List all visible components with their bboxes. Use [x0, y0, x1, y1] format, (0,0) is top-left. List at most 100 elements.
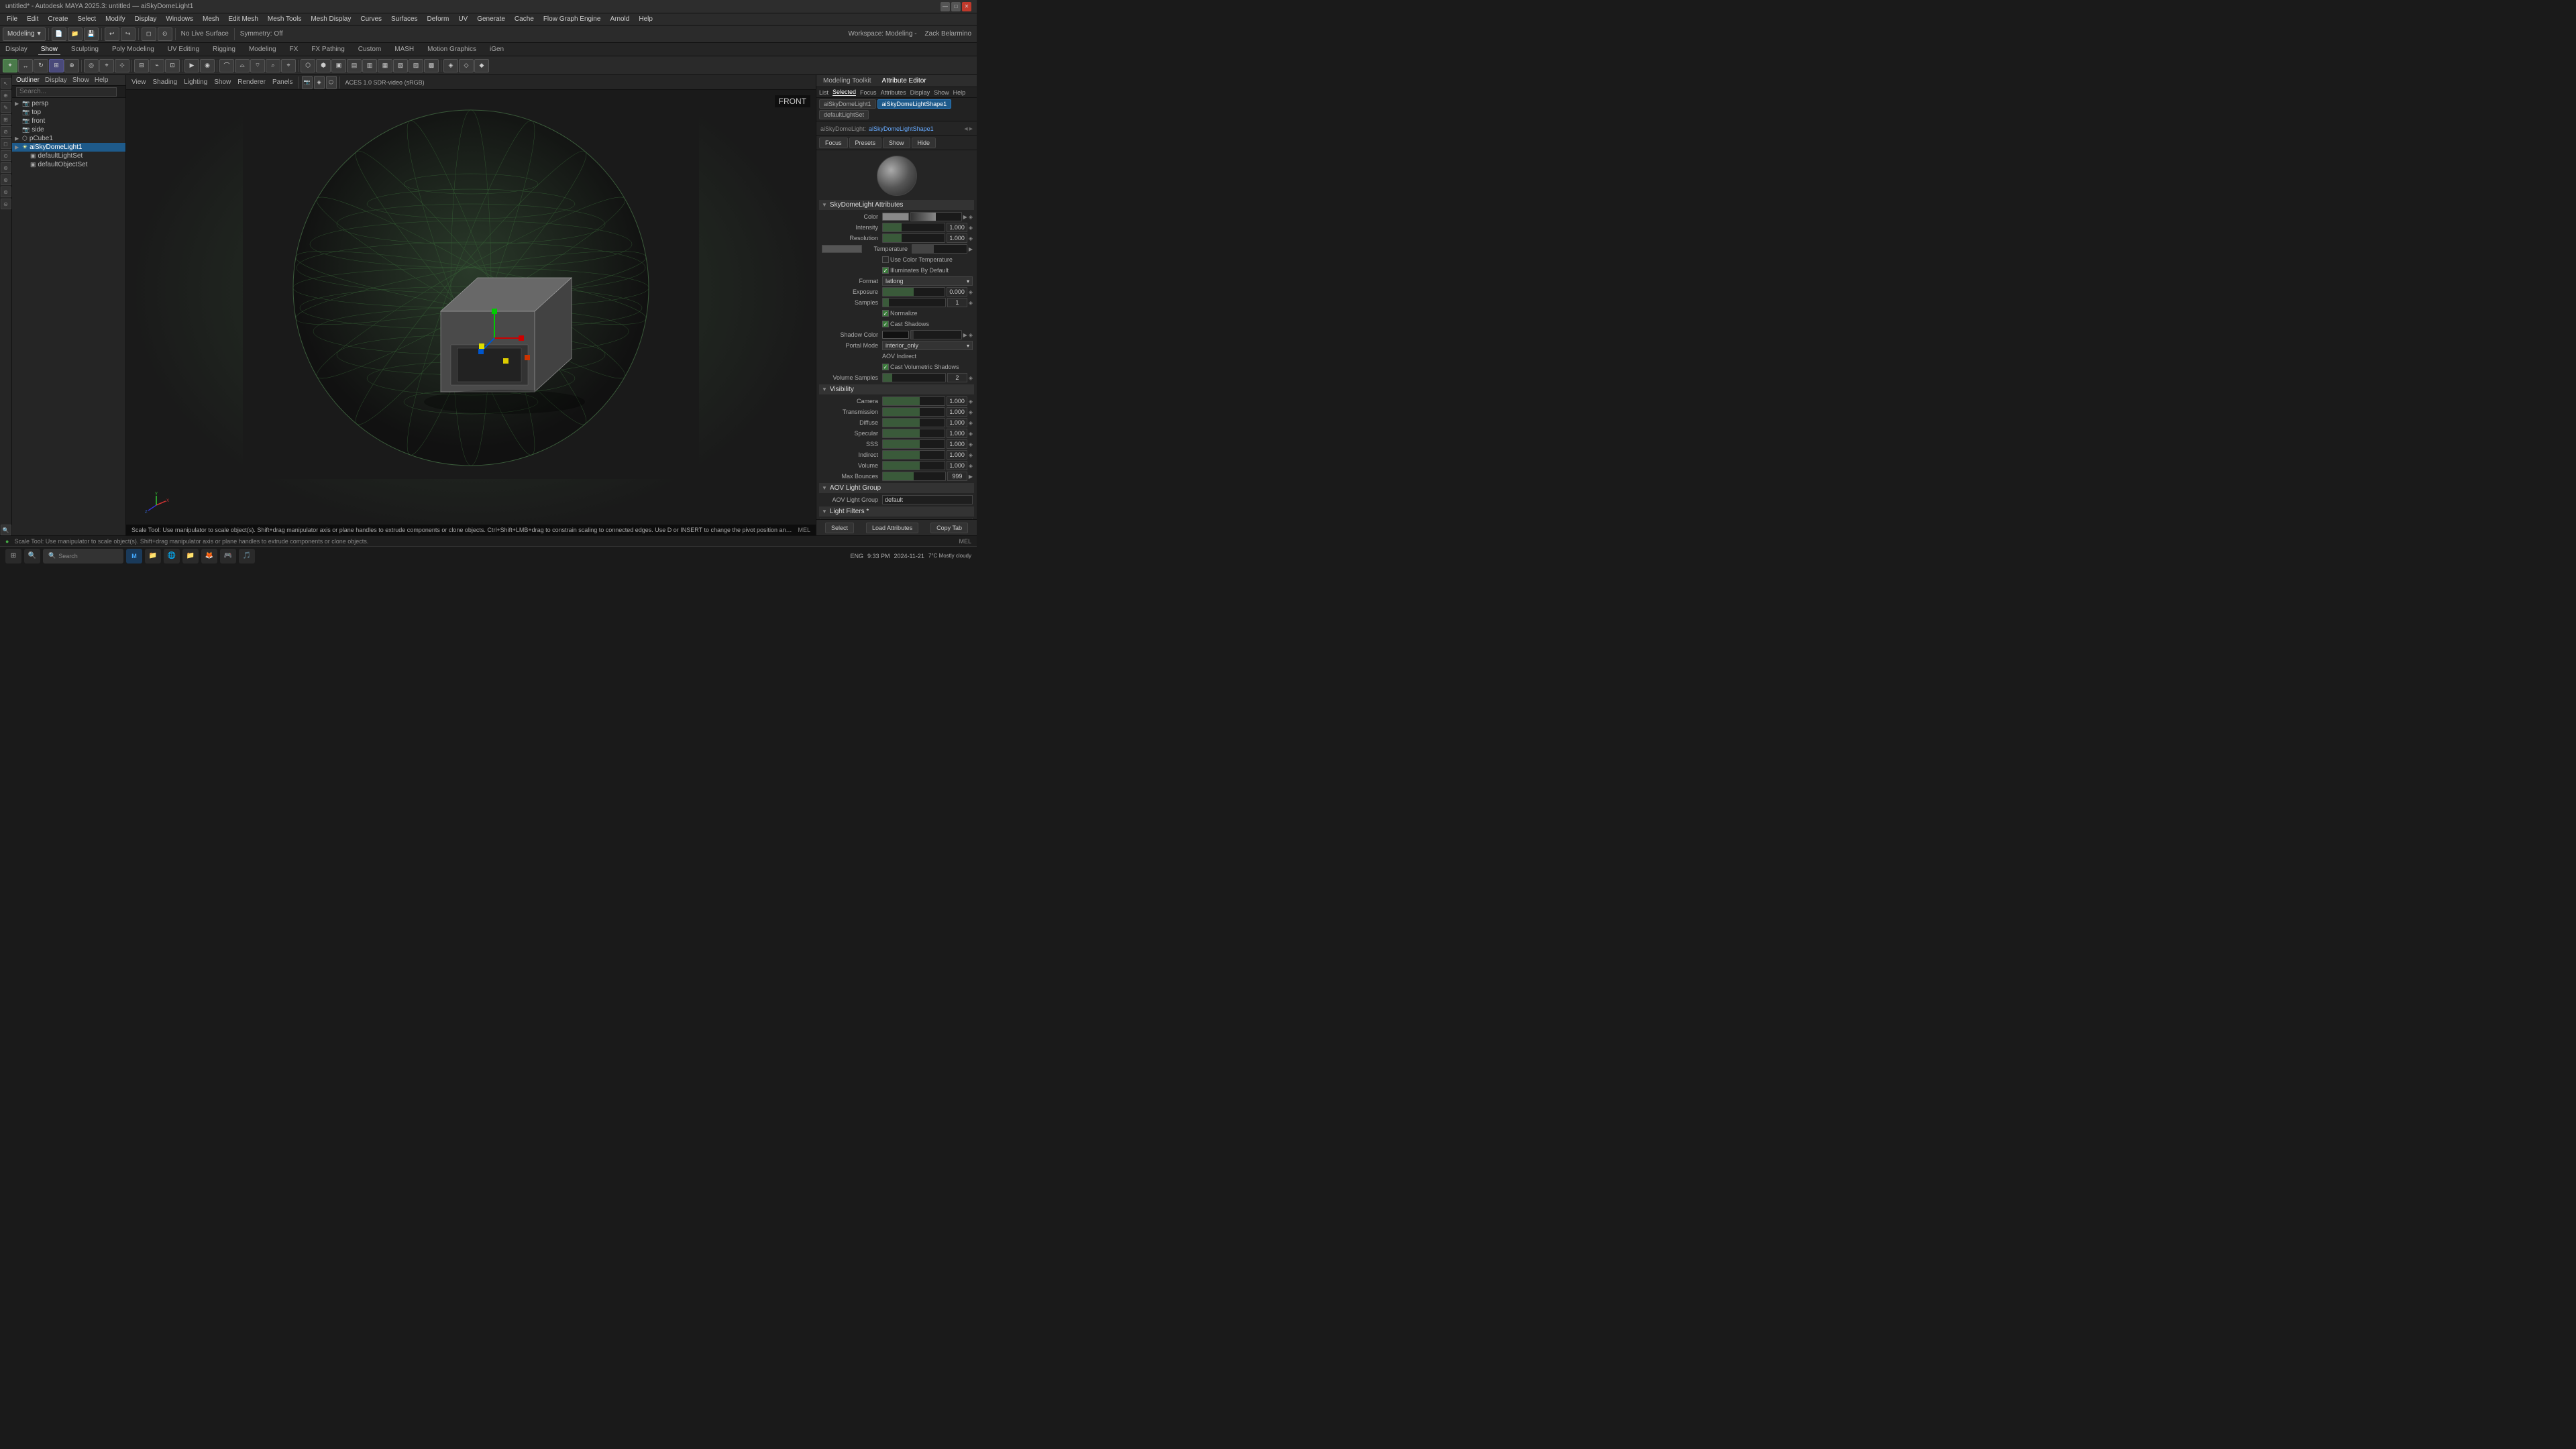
camera-slider[interactable]	[882, 396, 945, 406]
left-tool-7[interactable]: ⊙	[1, 150, 11, 161]
poly-tool8[interactable]: ▨	[409, 59, 423, 72]
tree-item-pcube[interactable]: ▶ ⬡ pCube1	[12, 134, 125, 143]
diffuse-link[interactable]: ◈	[969, 420, 973, 426]
move-tool[interactable]: ↔	[18, 59, 33, 72]
temp-color-swatch[interactable]	[822, 245, 862, 253]
ipr-btn[interactable]: ◉	[200, 59, 215, 72]
max-bounces-slider[interactable]	[882, 472, 946, 481]
volume-samples-link[interactable]: ◈	[969, 375, 973, 381]
curves-tool2[interactable]: ⌓	[235, 59, 250, 72]
exposure-link[interactable]: ◈	[969, 289, 973, 295]
viewport-canvas[interactable]: FRONT X Y Z Scale Tool: Use manipulator …	[126, 90, 816, 535]
menu-flow[interactable]: Flow Graph Engine	[539, 13, 605, 25]
sub-tab-list[interactable]: List	[819, 89, 828, 96]
soft-select[interactable]: ◎	[84, 59, 99, 72]
tab-sculpting[interactable]: Sculpting	[68, 44, 101, 54]
specular-slider[interactable]	[882, 429, 945, 438]
temp-expand[interactable]: ▶	[969, 246, 973, 252]
viewport-tab-shading[interactable]: Shading	[150, 78, 180, 86]
select-btn[interactable]: Select	[825, 523, 854, 533]
color-slider[interactable]	[910, 212, 962, 221]
shadow-color-slider[interactable]	[910, 330, 962, 339]
max-bounces-link[interactable]: ▶	[969, 474, 973, 480]
sub-tab-show[interactable]: Show	[934, 89, 949, 96]
tree-item-top[interactable]: 📷 top	[12, 108, 125, 117]
rotate-tool[interactable]: ↻	[34, 59, 48, 72]
viewport-tab-show[interactable]: Show	[211, 78, 233, 86]
viewport-tab-renderer[interactable]: Renderer	[235, 78, 268, 86]
viewport-tab-lighting[interactable]: Lighting	[181, 78, 210, 86]
node-tab-0[interactable]: aiSkyDomeLight1	[819, 99, 876, 109]
load-attrs-btn[interactable]: Load Attributes	[866, 523, 918, 533]
menu-generate[interactable]: Generate	[473, 13, 509, 25]
menu-curves[interactable]: Curves	[356, 13, 386, 25]
poly-tool6[interactable]: ▦	[378, 59, 392, 72]
show-btn[interactable]: Show	[883, 138, 910, 148]
game-icon[interactable]: 🎮	[220, 549, 236, 564]
sub-tab-attributes[interactable]: Attributes	[881, 89, 906, 96]
snap-point[interactable]: ⊡	[165, 59, 180, 72]
section-skydome[interactable]: ▼ SkyDomeLight Attributes	[819, 200, 974, 210]
volume-value[interactable]: 1.000	[947, 461, 967, 470]
menu-windows[interactable]: Windows	[162, 13, 197, 25]
curves-tool1[interactable]: ⌒	[219, 59, 234, 72]
menu-help[interactable]: Help	[635, 13, 657, 25]
tab-igen[interactable]: iGen	[487, 44, 506, 54]
camera-value[interactable]: 1.000	[947, 396, 967, 406]
poly-tool2[interactable]: ⬢	[316, 59, 331, 72]
start-button[interactable]: ⊞	[5, 549, 21, 564]
menu-edit-mesh[interactable]: Edit Mesh	[224, 13, 262, 25]
poly-tool3[interactable]: ▣	[331, 59, 346, 72]
specular-link[interactable]: ◈	[969, 431, 973, 437]
shadow-color-swatch[interactable]	[882, 331, 909, 339]
resolution-link[interactable]: ◈	[969, 235, 973, 241]
select-btn[interactable]: ◻	[142, 28, 156, 41]
folder-icon[interactable]: 📁	[145, 549, 161, 564]
menu-file[interactable]: File	[3, 13, 21, 25]
temperature-slider[interactable]	[912, 244, 967, 254]
search-button[interactable]: 🔍	[24, 549, 40, 564]
transmission-link[interactable]: ◈	[969, 409, 973, 415]
hide-btn[interactable]: Hide	[912, 138, 936, 148]
lasso-btn[interactable]: ⊙	[158, 28, 172, 41]
left-tool-4[interactable]: ⊞	[1, 114, 11, 125]
browser-icon[interactable]: 🌐	[164, 549, 180, 564]
max-bounces-value[interactable]: 999	[947, 472, 967, 481]
tab-custom[interactable]: Custom	[356, 44, 384, 54]
cast-shadows-checkbox[interactable]: ✓	[882, 321, 889, 327]
menu-select[interactable]: Select	[73, 13, 100, 25]
volume-slider[interactable]	[882, 461, 945, 470]
camera-link[interactable]: ◈	[969, 398, 973, 405]
tab-rigging[interactable]: Rigging	[210, 44, 238, 54]
tab-uv-editing[interactable]: UV Editing	[165, 44, 202, 54]
music-icon[interactable]: 🎵	[239, 549, 255, 564]
snap-curve[interactable]: ⌁	[150, 59, 164, 72]
new-btn[interactable]: 📄	[52, 28, 66, 41]
outliner-display[interactable]: Display	[45, 76, 67, 84]
menu-surfaces[interactable]: Surfaces	[387, 13, 421, 25]
maximize-button[interactable]: □	[951, 2, 961, 11]
left-tool-2[interactable]: ⊕	[1, 90, 11, 101]
scale-tool[interactable]: ⊞	[49, 59, 64, 72]
vp-cam-btn[interactable]: 📷	[302, 76, 313, 89]
menu-create[interactable]: Create	[44, 13, 72, 25]
render-btn[interactable]: ▶	[184, 59, 199, 72]
panel-tab-attr-editor[interactable]: Attribute Editor	[879, 77, 929, 85]
diffuse-slider[interactable]	[882, 418, 945, 427]
panel-tab-modeling-toolkit[interactable]: Modeling Toolkit	[820, 77, 874, 85]
transmission-value[interactable]: 1.000	[947, 407, 967, 417]
use-color-temp-checkbox[interactable]	[882, 256, 889, 263]
left-tool-select[interactable]: ↖	[1, 78, 11, 89]
menu-uv[interactable]: UV	[454, 13, 472, 25]
left-tool-5[interactable]: ⊘	[1, 126, 11, 137]
sss-slider[interactable]	[882, 439, 945, 449]
node-tab-2[interactable]: defaultLightSet	[819, 110, 869, 119]
redo-btn[interactable]: ↪	[121, 28, 136, 41]
shader-tool3[interactable]: ◆	[474, 59, 489, 72]
sub-tab-help[interactable]: Help	[953, 89, 966, 96]
tree-item-persp[interactable]: ▶ 📷 persp	[12, 99, 125, 108]
tab-modeling[interactable]: Modeling	[246, 44, 279, 54]
menu-mesh[interactable]: Mesh	[199, 13, 223, 25]
left-search[interactable]: 🔍	[1, 525, 11, 535]
tab-motion-graphics[interactable]: Motion Graphics	[425, 44, 479, 54]
